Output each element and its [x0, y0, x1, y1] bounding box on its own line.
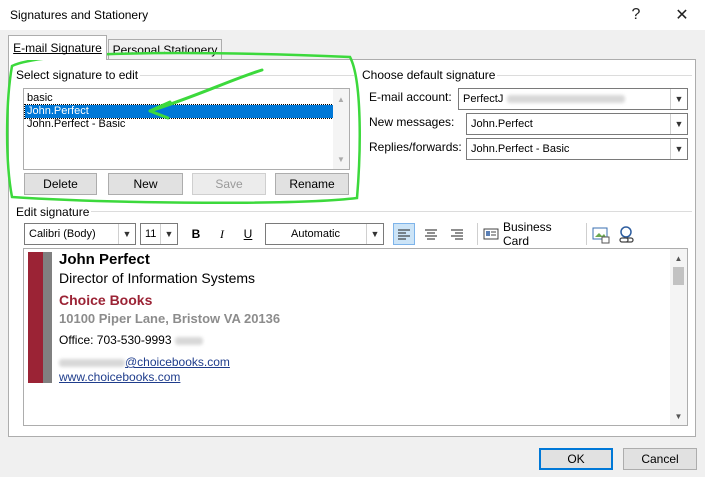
tab-email-signature[interactable]: E-mail Signature — [8, 35, 107, 60]
signature-website-link[interactable]: www.choicebooks.com — [59, 370, 180, 384]
rename-button[interactable]: Rename — [275, 173, 349, 195]
italic-button[interactable]: I — [212, 223, 232, 245]
replies-value: John.Perfect - Basic — [471, 143, 570, 155]
new-messages-select[interactable]: John.Perfect ▼ — [466, 113, 688, 135]
signature-address: 10100 Piper Lane, Bristow VA 20136 — [59, 311, 281, 326]
tab-personal-stationery[interactable]: Personal Stationery — [108, 39, 222, 59]
toolbar-divider — [477, 223, 478, 245]
new-messages-label: New messages: — [369, 115, 455, 129]
help-button[interactable]: ? — [613, 0, 659, 30]
align-left-icon — [398, 229, 410, 240]
chevron-down-icon: ▼ — [366, 224, 383, 244]
signature-email-link[interactable]: @choicebooks.com — [125, 355, 230, 369]
signature-company: Choice Books — [59, 292, 153, 308]
signature-list[interactable]: basic John.Perfect John.Perfect - Basic … — [23, 88, 350, 170]
signature-list-scrollbar[interactable]: ▲ ▼ — [333, 89, 349, 169]
hyperlink-icon — [619, 226, 634, 243]
editor-scrollbar[interactable]: ▲ ▼ — [670, 249, 687, 425]
chevron-down-icon: ▼ — [670, 89, 687, 109]
edit-signature-group-label: Edit signature — [14, 205, 92, 219]
signature-office: Office: 703-530-9993 — [59, 333, 172, 347]
align-right-icon — [451, 229, 463, 240]
save-button[interactable]: Save — [192, 173, 266, 195]
signature-list-item[interactable]: John.Perfect - Basic — [25, 118, 335, 131]
title-bar: Signatures and Stationery ? ✕ — [0, 0, 705, 30]
default-signature-group-label: Choose default signature — [360, 68, 498, 82]
align-center-icon — [425, 229, 437, 240]
scroll-up-icon[interactable]: ▲ — [333, 91, 349, 107]
chevron-down-icon: ▼ — [670, 114, 687, 134]
font-size-value: 11 — [145, 228, 157, 240]
scroll-up-icon[interactable]: ▲ — [670, 251, 687, 265]
signature-list-item[interactable]: basic — [25, 92, 335, 105]
signature-side-bar — [43, 252, 52, 383]
align-right-button[interactable] — [446, 223, 468, 245]
tab-email-signature-label: E-mail Signature — [13, 41, 102, 55]
redacted-extension — [174, 336, 203, 345]
scroll-down-icon[interactable]: ▼ — [670, 409, 687, 423]
font-color-select[interactable]: Automatic ▼ — [265, 223, 384, 245]
email-account-select[interactable]: PerfectJ ▼ — [458, 88, 688, 110]
underline-button[interactable]: U — [238, 223, 258, 245]
signature-editor[interactable]: John Perfect Director of Information Sys… — [23, 248, 688, 426]
window-title: Signatures and Stationery — [10, 8, 149, 22]
email-account-label: E-mail account: — [369, 90, 452, 104]
close-button[interactable]: ✕ — [659, 0, 705, 30]
tab-personal-stationery-label: Personal Stationery — [112, 42, 218, 57]
ok-button[interactable]: OK — [539, 448, 613, 470]
font-value: Calibri (Body) — [29, 228, 96, 240]
scroll-thumb[interactable] — [673, 267, 684, 285]
align-left-button[interactable] — [393, 223, 415, 245]
cancel-button[interactable]: Cancel — [623, 448, 697, 470]
new-button[interactable]: New — [108, 173, 183, 195]
business-card-label: Business Card — [502, 220, 552, 248]
signature-email-line: @choicebooks.com — [59, 355, 230, 369]
signature-office-line: Office: 703-530-9993 — [59, 333, 203, 347]
email-account-value: PerfectJ — [463, 93, 504, 105]
bold-button[interactable]: B — [186, 223, 206, 245]
font-color-value: Automatic — [291, 228, 340, 240]
signature-list-item-selected[interactable]: John.Perfect — [24, 104, 336, 119]
picture-icon — [592, 227, 610, 244]
font-size-select[interactable]: 11 ▼ — [140, 223, 178, 245]
align-center-button[interactable] — [420, 223, 442, 245]
edit-group-line — [14, 211, 692, 212]
font-select[interactable]: Calibri (Body) ▼ — [24, 223, 136, 245]
replies-select[interactable]: John.Perfect - Basic ▼ — [466, 138, 688, 160]
insert-hyperlink-button[interactable] — [617, 225, 637, 245]
signature-name: John Perfect — [59, 251, 150, 268]
redacted-email-user — [59, 358, 125, 367]
scroll-down-icon[interactable]: ▼ — [333, 151, 349, 167]
toolbar-divider — [586, 223, 587, 245]
chevron-down-icon: ▼ — [118, 224, 135, 244]
chevron-down-icon: ▼ — [670, 139, 687, 159]
chevron-down-icon: ▼ — [160, 224, 177, 244]
signature-position: Director of Information Systems — [59, 270, 256, 286]
signature-accent-bar — [28, 252, 43, 383]
delete-button[interactable]: Delete — [24, 173, 97, 195]
insert-picture-button[interactable] — [591, 225, 611, 245]
redacted-email — [507, 95, 626, 103]
replies-label: Replies/forwards: — [369, 140, 462, 154]
new-messages-value: John.Perfect — [471, 118, 533, 130]
select-signature-group-label: Select signature to edit — [14, 68, 141, 82]
business-card-icon — [483, 228, 499, 240]
business-card-button[interactable]: Business Card — [483, 220, 581, 248]
